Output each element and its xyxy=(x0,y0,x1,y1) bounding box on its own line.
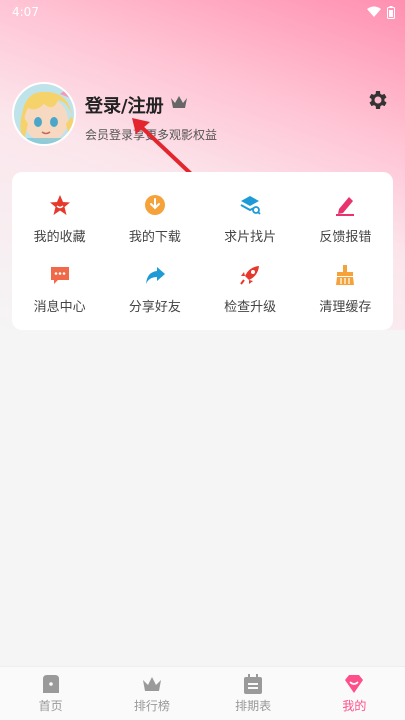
crown-icon xyxy=(142,677,161,691)
grid-item-downloads[interactable]: 我的下载 xyxy=(107,184,202,254)
grid-item-label: 检查升级 xyxy=(224,299,277,315)
grid-item-feedback[interactable]: 反馈报错 xyxy=(298,184,393,254)
status-bar: 4:07 xyxy=(0,0,405,24)
nav-label: 排期表 xyxy=(235,699,272,713)
grid-item-label: 清理缓存 xyxy=(319,299,372,315)
grid-item-messages[interactable]: 消息中心 xyxy=(12,254,107,324)
grid-item-label: 求片找片 xyxy=(224,229,277,245)
download-cloud-icon xyxy=(144,194,166,216)
rocket-icon xyxy=(239,264,261,286)
grid-item-request-film[interactable]: 求片找片 xyxy=(203,184,298,254)
nav-ranking[interactable]: 排行榜 xyxy=(112,673,192,714)
grid-item-label: 我的收藏 xyxy=(33,229,86,245)
login-register-link[interactable]: 登录/注册 xyxy=(85,92,164,118)
nav-label: 我的 xyxy=(342,699,367,713)
nav-schedule[interactable]: 排期表 xyxy=(213,673,293,714)
message-icon xyxy=(49,264,71,286)
grid-item-label: 消息中心 xyxy=(33,299,86,315)
nav-mine[interactable]: 我的 xyxy=(314,673,394,714)
avatar[interactable] xyxy=(12,82,76,146)
broom-icon xyxy=(334,264,356,286)
pencil-icon xyxy=(334,194,356,216)
vip-crown-icon xyxy=(171,96,187,108)
status-time: 4:07 xyxy=(12,5,39,19)
film-search-icon xyxy=(239,194,261,216)
share-icon xyxy=(144,264,166,286)
wifi-icon xyxy=(367,6,381,17)
calendar-icon xyxy=(244,674,263,694)
heart-diamond-icon xyxy=(345,675,364,693)
grid-item-clear-cache[interactable]: 清理缓存 xyxy=(298,254,393,324)
feature-grid: 我的收藏 我的下载 求片找片 反馈报错 消息中心 分享好友 检查升级 清理缓存 xyxy=(12,172,393,330)
grid-item-favorites[interactable]: 我的收藏 xyxy=(12,184,107,254)
bottom-nav: 首页 排行榜 排期表 我的 xyxy=(0,666,405,720)
grid-item-label: 我的下载 xyxy=(128,229,181,245)
nav-label: 排行榜 xyxy=(133,699,170,713)
settings-gear-icon[interactable] xyxy=(365,88,389,112)
grid-item-label: 分享好友 xyxy=(128,299,181,315)
battery-icon xyxy=(387,5,395,19)
grid-item-label: 反馈报错 xyxy=(319,229,372,245)
grid-item-check-update[interactable]: 检查升级 xyxy=(203,254,298,324)
star-icon xyxy=(49,194,71,216)
home-icon xyxy=(42,675,59,693)
nav-home[interactable]: 首页 xyxy=(11,673,91,714)
grid-item-share[interactable]: 分享好友 xyxy=(107,254,202,324)
nav-label: 首页 xyxy=(38,699,63,713)
